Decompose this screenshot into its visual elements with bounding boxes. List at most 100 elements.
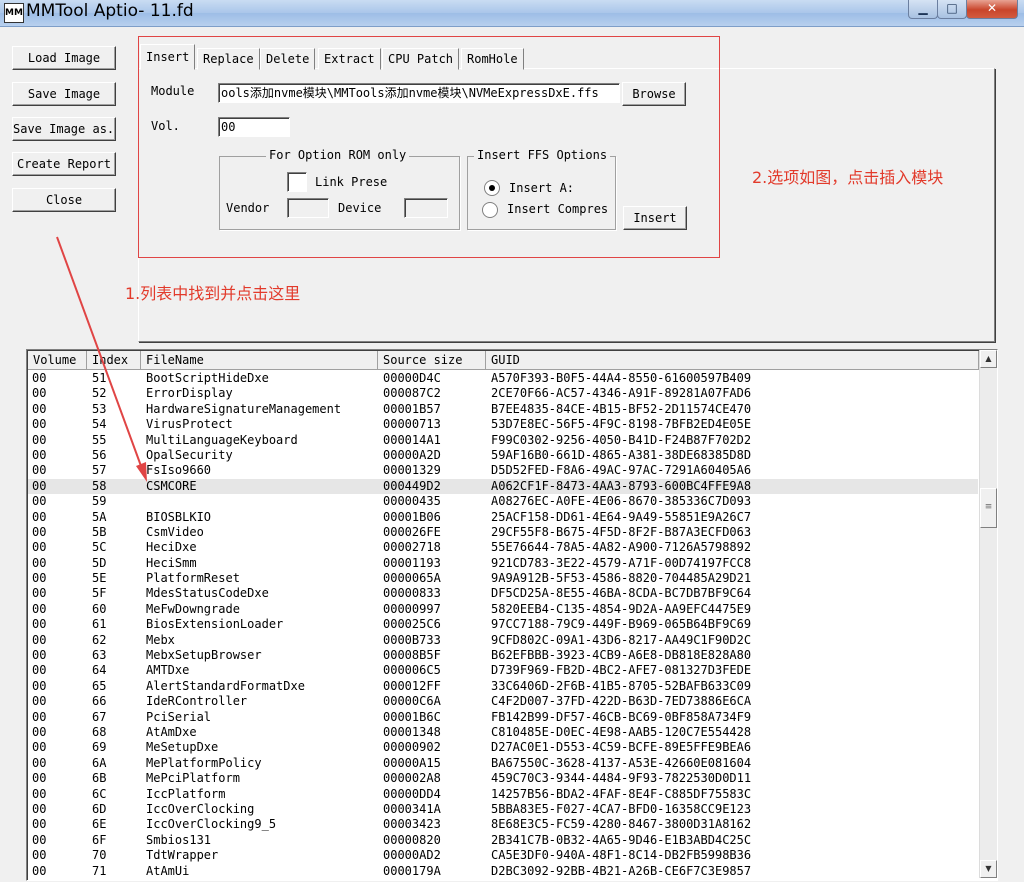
tab-insert[interactable]: Insert [140,44,196,70]
col-header-index[interactable]: Index [87,351,141,370]
close-window-button[interactable]: ✕ [966,0,1018,19]
cell-index: 57 [92,463,107,478]
cell-source-size: 00001348 [383,724,441,739]
table-row[interactable]: 00 5E PlatformReset 0000065A 9A9A912B-5F53-4… [28,571,978,586]
table-row[interactable]: 00 6A MePlatformPolicy 00000A15 BA67550C-362… [28,756,978,771]
cell-source-size: 00000820 [383,832,441,847]
cell-volume: 00 [32,694,47,709]
table-row[interactable]: 00 6B MePciPlatform 000002A8 459C70C3-9344-4… [28,771,978,786]
table-row[interactable]: 00 68 AtAmDxe 00001348 C810485E-D0EC-4E98-AA… [28,725,978,740]
table-row[interactable]: 00 5F MdesStatusCodeDxe 00000833 DF5CD25A-8E… [28,586,978,601]
cell-source-size: 0000065A [383,571,441,586]
cell-filename: MdesStatusCodeDxe [146,586,269,601]
col-header-volume[interactable]: Volume [28,351,87,370]
cell-guid: 14257B56-BDA2-4FAF-8E4F-C885DF75583C [491,786,752,801]
cell-guid: CA5E3DF0-940A-48F1-8C14-DB2FB5998B36 [491,848,752,863]
cell-filename: AtAmDxe [146,724,197,739]
cell-volume: 00 [32,586,47,601]
table-row[interactable]: 00 70 TdtWrapper 00000AD2 CA5E3DF0-940A-48F1… [28,848,978,863]
save-image-as-button[interactable]: Save Image as.. [12,117,116,141]
scroll-thumb[interactable]: ≡ [980,488,997,528]
table-row[interactable]: 00 63 MebxSetupBrowser 00008B5F B62EFBBB-392… [28,648,978,663]
cell-volume: 00 [32,863,47,878]
load-image-button[interactable]: Load Image [12,46,116,70]
scroll-up-icon[interactable]: ▲ [980,350,997,368]
cell-guid: 2CE70F66-AC57-4346-A91F-89281A07FAD6 [491,386,752,401]
cell-index: 58 [92,478,107,493]
table-row[interactable]: 00 66 IdeRController 00000C6A C4F2D007-37FD-… [28,694,978,709]
module-list[interactable]: Volume Index FileName Source size GUID 0… [26,349,998,881]
table-row[interactable]: 00 5A BIOSBLKIO 00001B06 25ACF158-DD61-4E64-… [28,510,978,525]
cell-source-size: 00001B6C [383,709,441,724]
cell-volume: 00 [32,540,47,555]
table-row[interactable]: 00 71 AtAmUi 0000179A D2BC3092-92BB-4B21-A26… [28,864,978,879]
cell-filename: IdeRController [146,694,248,709]
table-row[interactable]: 00 53 HardwareSignatureManagement 00001B57 B… [28,402,978,417]
table-row[interactable]: 00 5D HeciSmm 00001193 921CD783-3E22-4579-A7… [28,556,978,571]
table-row[interactable]: 00 54 VirusProtect 00000713 53D7E8EC-56F5-4F… [28,417,978,432]
save-image-button[interactable]: Save Image [12,82,116,106]
cell-filename: Mebx [146,632,175,647]
cell-filename: PciSerial [146,709,212,724]
cell-volume: 00 [32,709,47,724]
cell-source-size: 00001329 [383,463,441,478]
table-row[interactable]: 00 6F Smbios131 00000820 2B341C7B-0B32-4A65-… [28,833,978,848]
vertical-scrollbar[interactable]: ▲ ≡ ▼ [979,350,997,878]
create-report-button[interactable]: Create Report [12,152,116,176]
cell-filename: BIOSBLKIO [146,509,212,524]
cell-index: 56 [92,447,107,462]
table-row[interactable]: 00 59 00000435 A08276EC-A0FE-4E06-8670-3853… [28,494,978,509]
table-row[interactable]: 00 60 MeFwDowngrade 00000997 5820EEB4-C135-4… [28,602,978,617]
cell-filename: MultiLanguageKeyboard [146,432,298,447]
cell-volume: 00 [32,678,47,693]
table-row[interactable]: 00 56 OpalSecurity 00000A2D 59AF16B0-661D-48… [28,448,978,463]
table-row[interactable]: 00 6D IccOverClocking 0000341A 5BBA83E5-F027… [28,802,978,817]
table-row[interactable]: 00 64 AMTDxe 000006C5 D739F969-FB2D-4BC2-AFE… [28,663,978,678]
cell-volume: 00 [32,617,47,632]
minimize-button[interactable]: ▁ [908,0,938,19]
cell-guid: 33C6406D-2F6B-41B5-8705-52BAFB633C09 [491,678,752,693]
table-row[interactable]: 00 5B CsmVideo 000026FE 29CF55F8-B675-4F5D-8… [28,525,978,540]
table-row[interactable]: 00 61 BiosExtensionLoader 000025C6 97CC7188-… [28,617,978,632]
cell-index: 5C [92,540,107,555]
cell-source-size: 00000997 [383,601,441,616]
cell-source-size: 00000833 [383,586,441,601]
cell-filename: MePlatformPolicy [146,755,262,770]
col-header-filename[interactable]: FileName [141,351,378,370]
table-row[interactable]: 00 52 ErrorDisplay 000087C2 2CE70F66-AC57-43… [28,386,978,401]
table-row[interactable]: 00 69 MeSetupDxe 00000902 D27AC0E1-D553-4C59… [28,740,978,755]
table-row[interactable]: 00 67 PciSerial 00001B6C FB142B99-DF57-46CB-… [28,710,978,725]
cell-guid: A570F393-B0F5-44A4-8550-61600597B409 [491,371,752,385]
table-row[interactable]: 00 5C HeciDxe 00002718 55E76644-78A5-4A82-A9… [28,540,978,555]
cell-index: 54 [92,417,107,432]
table-row[interactable]: 00 62 Mebx 0000B733 9CFD802C-09A1-43D6-8217-… [28,633,978,648]
cell-guid: B7EE4835-84CE-4B15-BF52-2D11574CE470 [491,401,752,416]
cell-filename: HeciDxe [146,540,197,555]
cell-index: 51 [92,371,107,385]
cell-index: 67 [92,709,107,724]
cell-guid: 921CD783-3E22-4579-A71F-00D74197FCC8 [491,555,752,570]
cell-volume: 00 [32,648,47,663]
table-row[interactable]: 00 58 CSMCORE 000449D2 A062CF1F-8473-4AA3-87… [28,478,978,495]
cell-index: 6B [92,771,107,786]
table-row[interactable]: 00 65 AlertStandardFormatDxe 000012FF 33C640… [28,679,978,694]
scroll-down-icon[interactable]: ▼ [980,860,997,878]
table-row[interactable]: 00 57 FsIso9660 00001329 D5D52FED-F8A6-49AC-… [28,463,978,478]
col-header-source-size[interactable]: Source size [378,351,486,370]
table-row[interactable]: 00 6C IccPlatform 00000DD4 14257B56-BDA2-4FA… [28,787,978,802]
cell-filename: MeSetupDxe [146,740,219,755]
close-image-button[interactable]: Close [12,188,116,212]
maximize-button[interactable]: □ [937,0,967,19]
cell-guid: 9CFD802C-09A1-43D6-8217-AA49C1F90D2C [491,632,752,647]
cell-volume: 00 [32,463,47,478]
cell-source-size: 00000DD4 [383,786,441,801]
col-header-guid[interactable]: GUID [486,351,979,370]
table-row[interactable]: 00 55 MultiLanguageKeyboard 000014A1 F99C030… [28,433,978,448]
cell-guid: 55E76644-78A5-4A82-A900-7126A5798892 [491,540,752,555]
cell-index: 6F [92,832,107,847]
table-row[interactable]: 00 51 BootScriptHideDxe 00000D4C A570F393-B0… [28,371,978,386]
cell-volume: 00 [32,509,47,524]
cell-filename: MeFwDowngrade [146,601,240,616]
table-row[interactable]: 00 6E IccOverClocking9_5 00003423 8E68E3C5-F… [28,817,978,832]
cell-guid: 459C70C3-9344-4484-9F93-7822530D0D11 [491,771,752,786]
